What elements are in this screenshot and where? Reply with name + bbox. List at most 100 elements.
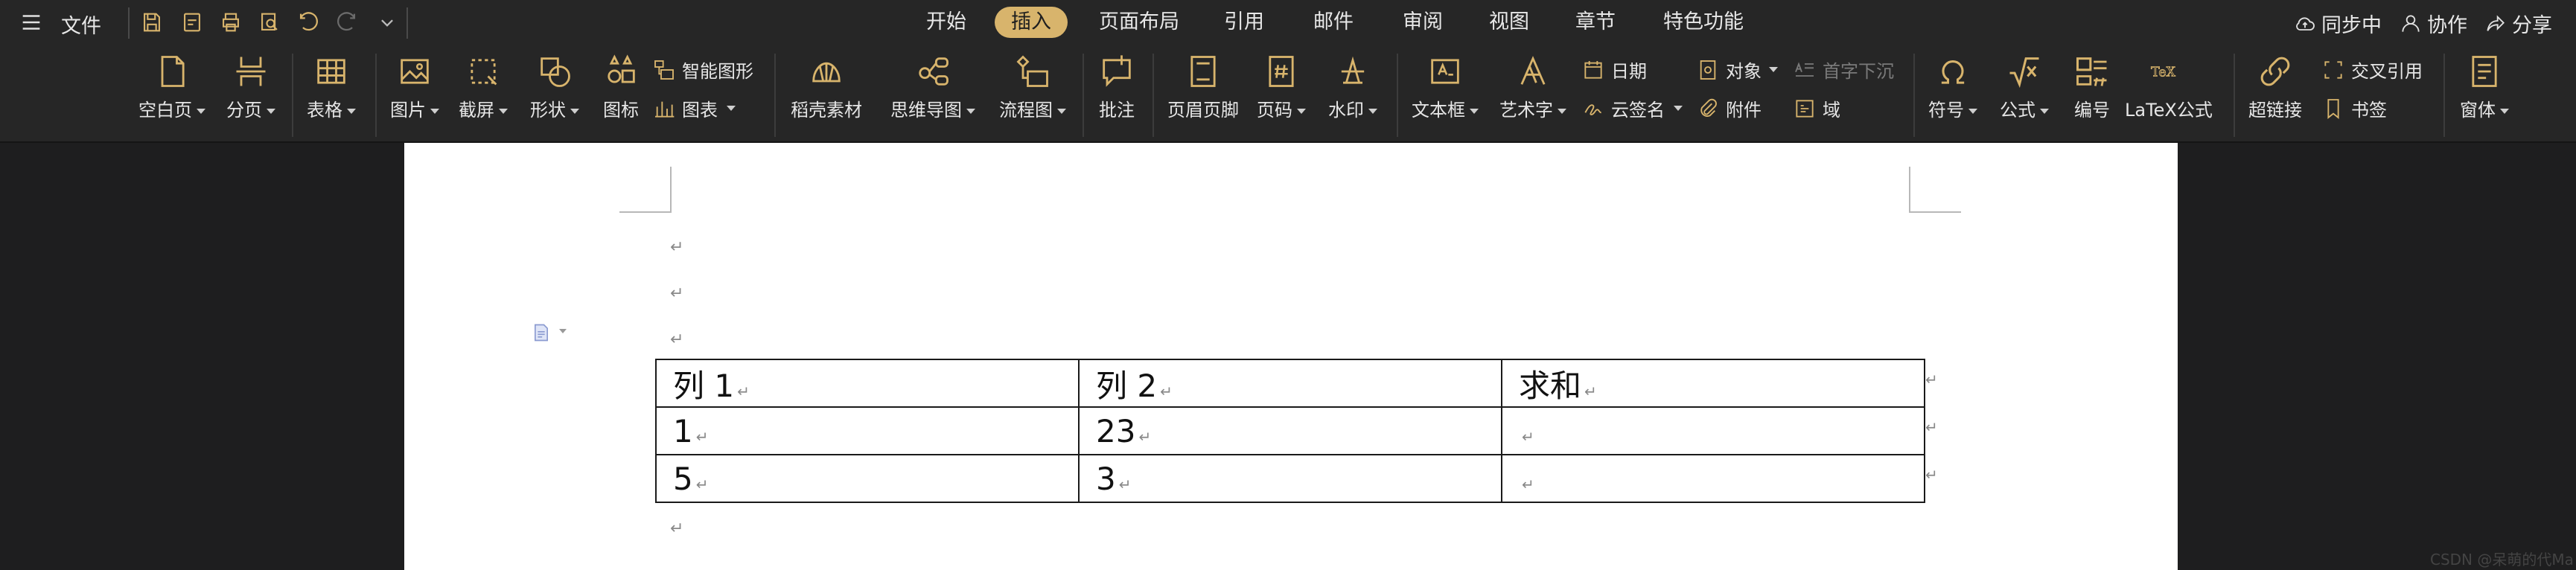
- page-number-icon: [1269, 56, 1294, 87]
- quick-access-dropdown-icon[interactable]: [372, 7, 402, 37]
- ribbon-divider: [375, 54, 377, 137]
- daoke-material-button[interactable]: 稻壳素材: [791, 52, 862, 121]
- collaborate-label: 协作: [2427, 14, 2467, 37]
- latex-formula-label: LaTeX公式: [2125, 100, 2213, 121]
- ribbon-divider: [1913, 54, 1915, 137]
- picture-icon: [401, 59, 429, 84]
- header-footer-icon: [1190, 56, 1216, 87]
- bookmark-button[interactable]: 书签: [2321, 95, 2387, 121]
- field-button[interactable]: 域: [1793, 95, 1840, 121]
- file-menu[interactable]: 文件: [61, 10, 101, 39]
- blank-page-button[interactable]: 空白页: [138, 52, 205, 121]
- print-icon[interactable]: [216, 7, 246, 37]
- table-cell[interactable]: 23 ↵: [1078, 406, 1502, 455]
- formula-button[interactable]: 公式: [2000, 52, 2049, 121]
- mindmap-label: 思维导图: [890, 100, 962, 121]
- screenshot-button[interactable]: 截屏: [459, 52, 508, 121]
- table-cell[interactable]: 1 ↵: [655, 406, 1080, 455]
- attachment-button[interactable]: 附件: [1696, 95, 1762, 121]
- screenshot-icon: [471, 59, 497, 86]
- document-page[interactable]: ↵ ↵ ↵ ↵: [404, 143, 2178, 570]
- document-canvas[interactable]: ↵ ↵ ↵ ↵ 列 1 ↵ 列 2 ↵ 求和 ↵ 1 ↵ 23 ↵ ↵ 5 ↵ 3 ↵ ↵ ↵…: [0, 143, 2576, 570]
- flowchart-button[interactable]: 流程图: [999, 52, 1066, 121]
- tab-chapter[interactable]: 章节: [1565, 7, 1626, 38]
- data-table[interactable]: 列 1 ↵ 列 2 ↵ 求和 ↵ 1 ↵ 23 ↵ ↵ 5 ↵ 3 ↵ ↵: [655, 359, 1925, 503]
- shape-label: 形状: [530, 100, 566, 121]
- wordart-button[interactable]: 艺术字: [1499, 52, 1566, 121]
- table-cell[interactable]: 5 ↵: [655, 454, 1080, 503]
- csdn-watermark: CSDN @呆萌的代Ma: [2430, 551, 2574, 569]
- paragraph-mark: ↵: [670, 284, 684, 303]
- latex-icon: TeX: [2151, 65, 2176, 80]
- field-icon: [1796, 99, 1814, 118]
- latex-formula-button[interactable]: TeX LaTeX公式: [2125, 52, 2213, 121]
- sync-status[interactable]: 同步中: [2293, 9, 2382, 38]
- header-footer-label: 页眉页脚: [1167, 100, 1239, 121]
- share-button[interactable]: 分享: [2484, 9, 2552, 38]
- smart-shape-button[interactable]: 智能图形: [652, 57, 753, 83]
- document-context-icon[interactable]: [531, 321, 567, 347]
- redo-icon[interactable]: [332, 7, 362, 37]
- tab-page-layout[interactable]: 页面布局: [1088, 7, 1190, 38]
- hamburger-menu-icon[interactable]: [16, 7, 46, 37]
- row-end-mark: ↵: [1925, 466, 1938, 484]
- table-header-cell[interactable]: 列 2 ↵: [1078, 359, 1502, 408]
- picture-button[interactable]: 图片: [390, 52, 439, 121]
- tab-home[interactable]: 开始: [916, 7, 977, 38]
- sqrt-icon: [2009, 57, 2039, 89]
- shape-button[interactable]: 形状: [530, 52, 579, 121]
- chart-icon: [655, 101, 675, 118]
- share-icon: [2487, 14, 2505, 31]
- table-header-cell[interactable]: 求和 ↵: [1501, 359, 1925, 408]
- save-icon[interactable]: [137, 7, 167, 37]
- chart-button[interactable]: 图表: [652, 95, 736, 121]
- omega-icon: [1941, 60, 1965, 84]
- mindmap-button[interactable]: 思维导图: [890, 52, 975, 121]
- tab-special-features[interactable]: 特色功能: [1653, 7, 1754, 38]
- drop-cap-button[interactable]: 首字下沉: [1793, 57, 1894, 83]
- cloud-sign-button[interactable]: 云签名: [1581, 95, 1683, 121]
- date-button[interactable]: 日期: [1581, 57, 1647, 83]
- window-form-button[interactable]: 窗体: [2460, 52, 2509, 121]
- object-button[interactable]: 对象: [1696, 57, 1778, 83]
- signature-icon: [1584, 103, 1601, 115]
- numbering-button[interactable]: 编号: [2073, 52, 2111, 121]
- tab-references[interactable]: 引用: [1214, 7, 1275, 38]
- tab-mailings[interactable]: 邮件: [1303, 7, 1364, 38]
- tab-insert[interactable]: 插入: [995, 7, 1068, 38]
- table-row: 1 ↵ 23 ↵ ↵: [655, 406, 1925, 455]
- print-preview-icon[interactable]: [255, 7, 284, 37]
- table-cell[interactable]: 3 ↵: [1078, 454, 1502, 503]
- table-button[interactable]: 表格: [307, 52, 356, 121]
- cloud-sync-icon: [2296, 16, 2315, 31]
- table-cell[interactable]: ↵: [1501, 454, 1925, 503]
- table-icon: [317, 59, 345, 84]
- textbox-icon: [1431, 59, 1459, 84]
- undo-icon[interactable]: [293, 7, 323, 37]
- object-label: 对象: [1726, 61, 1762, 82]
- tab-review[interactable]: 审阅: [1392, 7, 1453, 38]
- insert-ribbon: 空白页 分页 表格 图片 截屏 形状 图标 智能图形 图表 稻壳素材 思维导图 …: [0, 45, 2576, 143]
- comment-button[interactable]: 批注: [1097, 52, 1136, 121]
- header-footer-button[interactable]: 页眉页脚: [1167, 52, 1239, 121]
- export-pdf-icon[interactable]: [177, 7, 207, 37]
- paragraph-mark: ↵: [670, 519, 684, 538]
- tab-view[interactable]: 视图: [1479, 7, 1540, 38]
- form-icon: [2472, 56, 2497, 87]
- cross-reference-button[interactable]: 交叉引用: [2321, 57, 2423, 83]
- shell-icon: [812, 62, 841, 83]
- formula-label: 公式: [2000, 100, 2035, 121]
- table-header-cell[interactable]: 列 1 ↵: [655, 359, 1080, 408]
- symbol-button[interactable]: 符号: [1928, 52, 1977, 121]
- hyperlink-label: 超链接: [2248, 100, 2302, 121]
- textbox-button[interactable]: 文本框: [1412, 52, 1479, 121]
- page-number-button[interactable]: 页码: [1257, 52, 1306, 121]
- watermark-button[interactable]: 水印: [1328, 52, 1377, 121]
- comment-icon: [1103, 55, 1131, 87]
- collaborate-button[interactable]: 协作: [2399, 9, 2467, 38]
- icon-button[interactable]: 图标: [602, 52, 640, 121]
- table-cell[interactable]: ↵: [1501, 406, 1925, 455]
- page-break-button[interactable]: 分页: [226, 52, 275, 121]
- date-label: 日期: [1611, 61, 1647, 82]
- hyperlink-button[interactable]: 超链接: [2248, 52, 2302, 121]
